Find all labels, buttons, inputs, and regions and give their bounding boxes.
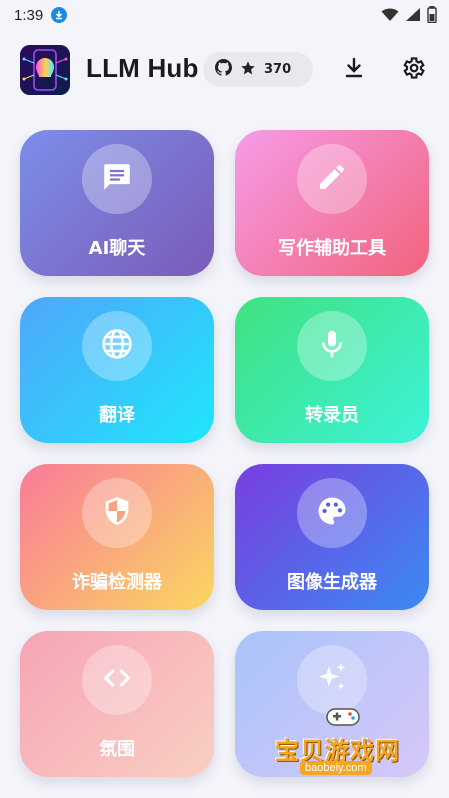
- gear-icon: [400, 55, 426, 85]
- card-label: 图像生成器: [287, 572, 377, 593]
- card-icon-circle: [297, 311, 367, 381]
- card-label: 写作辅助工具: [278, 238, 386, 259]
- card-icon-circle: [82, 311, 152, 381]
- card-image-generator[interactable]: 图像生成器: [235, 464, 429, 610]
- card-label: 翻译: [99, 405, 135, 426]
- status-time: 1:39: [14, 6, 44, 24]
- card-icon-circle: [82, 144, 152, 214]
- wifi-icon: [381, 7, 399, 26]
- palette-icon: [315, 494, 349, 532]
- card-transcriber[interactable]: 转录员: [235, 297, 429, 443]
- card-writing-assistant[interactable]: 写作辅助工具: [235, 130, 429, 276]
- stars-count: 370: [264, 62, 292, 77]
- card-label: 转录员: [305, 405, 359, 426]
- card-label: AI聊天: [88, 238, 146, 259]
- card-icon-circle: [82, 478, 152, 548]
- watermark-url: baobeiy.com: [300, 761, 372, 775]
- app-title: LLM Hub: [86, 53, 199, 83]
- card-label: 氛围: [99, 739, 135, 760]
- download-button[interactable]: [339, 55, 369, 85]
- code-icon: [100, 661, 134, 699]
- status-indicators: [381, 6, 437, 27]
- card-icon-circle: [297, 478, 367, 548]
- card-ai-chat[interactable]: AI聊天: [20, 130, 214, 276]
- download-notification-icon: [51, 7, 68, 23]
- card-vibe[interactable]: 氛围: [20, 631, 214, 777]
- microphone-icon: [316, 328, 348, 364]
- sparkles-icon: [314, 660, 350, 700]
- feature-grid: AI聊天 写作辅助工具 翻译 转录员 诈骗检测器 图像生成器 氛围: [20, 130, 429, 777]
- signal-icon: [405, 7, 421, 26]
- chat-icon: [100, 160, 134, 198]
- pencil-icon: [316, 161, 348, 197]
- card-icon-circle: [297, 144, 367, 214]
- download-icon: [342, 56, 366, 84]
- battery-icon: [427, 6, 437, 27]
- card-label: 诈骗检测器: [72, 572, 162, 593]
- app-logo: [20, 45, 70, 95]
- card-translate[interactable]: 翻译: [20, 297, 214, 443]
- card-icon-circle: [82, 645, 152, 715]
- watermark: 宝贝游戏网 baobeiy.com: [275, 703, 445, 783]
- card-scam-detector[interactable]: 诈骗检测器: [20, 464, 214, 610]
- shield-icon: [101, 495, 133, 531]
- app-header: LLM Hub 370: [0, 40, 449, 100]
- star-icon: [240, 60, 256, 80]
- status-bar: 1:39: [0, 0, 449, 30]
- github-stars-button[interactable]: 370: [203, 52, 313, 87]
- settings-button[interactable]: [398, 55, 428, 85]
- github-icon: [215, 59, 232, 80]
- globe-icon: [100, 327, 134, 365]
